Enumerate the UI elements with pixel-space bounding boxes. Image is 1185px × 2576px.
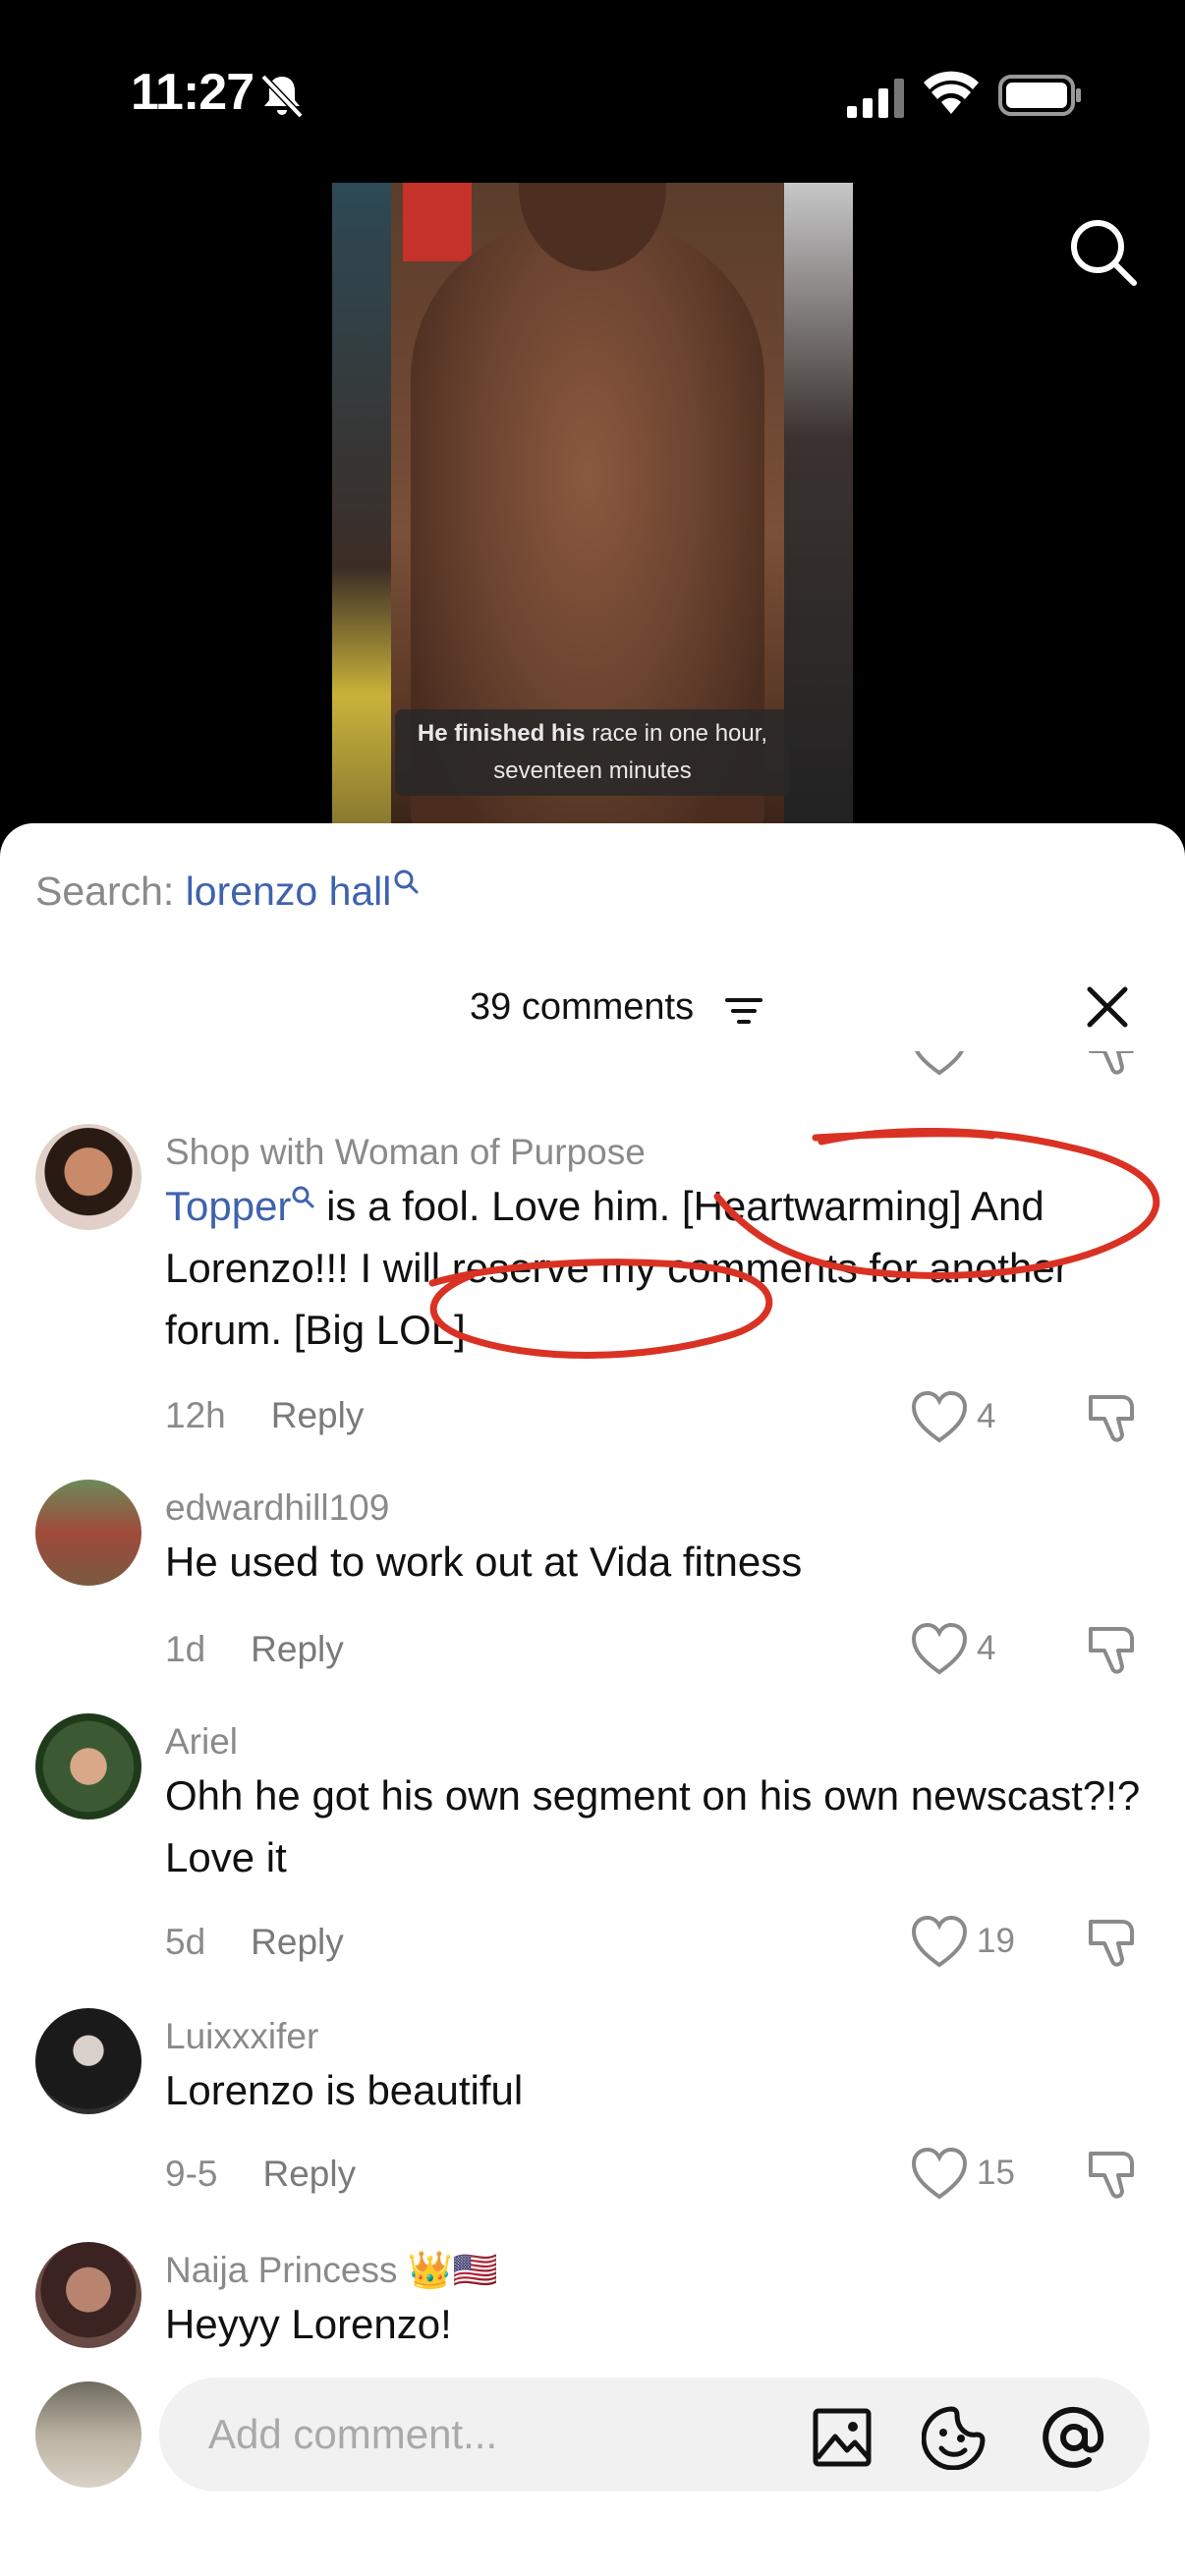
heart-icon[interactable] [910,1389,969,1444]
comment-text: Lorenzo is beautiful [165,2067,524,2113]
avatar[interactable] [35,1480,141,1586]
comment-time: 1d [165,1629,206,1669]
emoji-sticker-icon[interactable] [922,2405,987,2470]
battery-icon [998,75,1081,116]
avatar[interactable] [35,1713,141,1820]
avatar[interactable] [35,2242,141,2348]
comment-time: 5d [165,1922,206,1962]
comment-time: 9-5 [165,2154,218,2194]
comment-meta: 12h Reply [165,1395,364,1436]
comment-input-placeholder: Add comment... [208,2411,498,2457]
comment-item: edwardhill109 He used to work out at Vid… [0,1480,1185,1676]
comment-username[interactable]: Luixxxifer [165,2016,318,2057]
comment-username[interactable]: Ariel [165,1721,238,1763]
heart-icon [915,1051,964,1076]
sort-filter-icon[interactable] [725,994,762,1028]
dislike-icon[interactable] [1085,1389,1140,1444]
comments-header: 39 comments [0,980,1185,1049]
comment-time: 12h [165,1395,226,1435]
caption-text: race in one hour, [585,720,768,747]
comments-sheet: Search: lorenzo hall 39 comments Shop wi… [0,823,1185,2576]
comment-composer: Add comment... [0,2368,1185,2576]
reply-button[interactable]: Reply [271,1395,365,1435]
previous-comment-remnant [0,1051,1185,1079]
mention-at-icon[interactable] [1040,2403,1108,2472]
like-count: 4 [977,1629,996,1667]
close-icon[interactable] [1085,984,1130,1030]
heart-icon[interactable] [910,2146,969,2201]
comment-username[interactable]: edwardhill109 [165,1487,389,1529]
status-time: 11:27 [131,64,254,121]
reply-button[interactable]: Reply [251,1922,344,1962]
comment-item: Luixxxifer Lorenzo is beautiful 9-5 Reply… [0,2008,1185,2205]
avatar[interactable] [35,1124,141,1230]
like-count: 15 [977,2154,1015,2192]
reply-button[interactable]: Reply [262,2154,356,2194]
dislike-icon[interactable] [1085,1914,1140,1969]
heart-icon[interactable] [910,1914,969,1969]
video-caption: He finished his race in one hour, sevent… [395,709,790,796]
like-count: 19 [977,1922,1015,1960]
caption-line-2: seventeen minutes [493,757,692,784]
mention-link[interactable]: Topper [165,1183,291,1229]
status-bar: 11:27 [0,0,1185,187]
dislike-icon[interactable] [1085,2146,1140,2201]
search-icon[interactable] [1065,214,1140,289]
search-small-icon [292,1186,314,1208]
like-count: 4 [977,1397,996,1435]
reply-button[interactable]: Reply [251,1629,344,1669]
caption-bold-text: He finished his [417,720,586,747]
wifi-icon [924,71,979,114]
dislike-icon[interactable] [1085,1621,1140,1676]
related-search[interactable]: Search: lorenzo hall [35,868,419,915]
comment-meta: 1d Reply [165,1629,344,1670]
comment-input[interactable]: Add comment... [159,2378,1150,2492]
video-background [784,183,853,823]
comment-username[interactable]: Naija Princess 👑🇺🇸 [165,2250,498,2292]
comment-text: Ohh he got his own segment on his own ne… [165,1772,1141,1880]
bell-muted-icon [260,74,304,119]
search-prefix: Search: [35,868,186,914]
comment-username[interactable]: Shop with Woman of Purpose [165,1132,646,1173]
search-query-link[interactable]: lorenzo hall [186,868,392,914]
comment-item: Naija Princess 👑🇺🇸 Heyyy Lorenzo! [0,2242,1185,2370]
avatar[interactable] [35,2008,141,2114]
my-avatar[interactable] [35,2381,141,2488]
video-background [332,183,391,823]
comments-count: 39 comments [470,986,695,1028]
video-background [403,183,472,261]
comment-text: Topper is a fool. Love him. [Heartwarmin… [165,1175,1148,1361]
comment-item: Shop with Woman of Purpose Topper is a f… [0,1124,1185,1443]
dislike-icon [1089,1051,1134,1075]
comment-meta: 5d Reply [165,1922,344,1963]
image-icon[interactable] [812,2407,873,2468]
heart-icon[interactable] [910,1621,969,1676]
comment-text: Heyyy Lorenzo! [165,2301,452,2347]
cellular-signal-icon [847,79,904,118]
comment-item: Ariel Ohh he got his own segment on his … [0,1713,1185,1969]
comment-meta: 9-5 Reply [165,2154,356,2195]
search-small-icon [394,869,419,894]
comment-text: He used to work out at Vida fitness [165,1539,803,1585]
